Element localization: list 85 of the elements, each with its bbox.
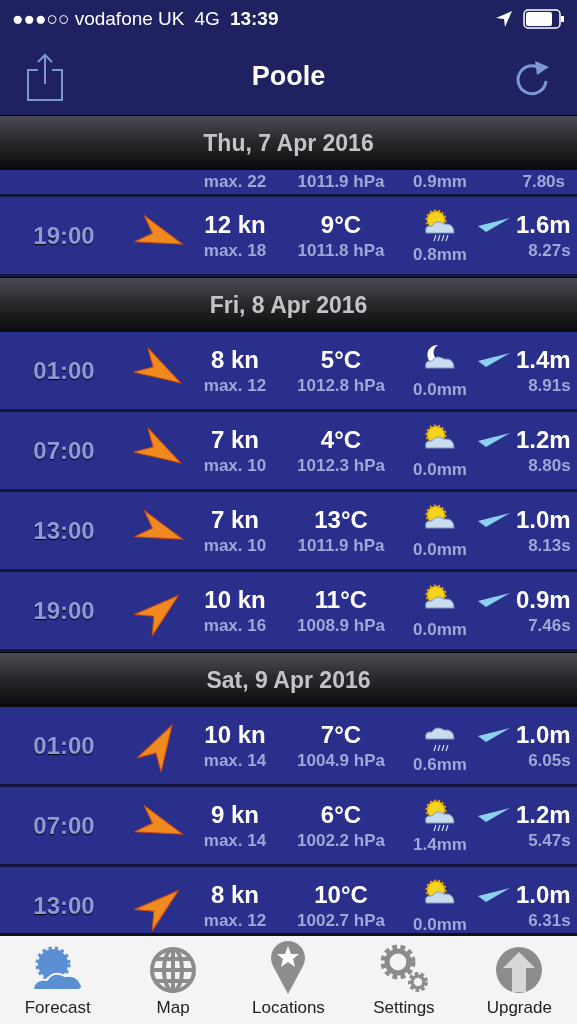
time-text: 07:00 (32, 436, 96, 465)
wave-height-text: 1.0m (516, 505, 571, 534)
globe-icon (149, 946, 198, 994)
tab-bar-item[interactable]: Map (115, 936, 231, 1024)
wind-max-text: max. 16 (203, 615, 267, 636)
time-text: 19:00 (32, 221, 96, 250)
wave-height-text: 1.2m (516, 800, 571, 829)
wind-speed-text: 10 kn (204, 720, 266, 749)
pressure-text: 1011.9 hPa (297, 172, 385, 192)
temperature-text: 7°C (320, 720, 362, 749)
pressure-text: 1012.8 hPa (297, 375, 385, 396)
wave-height-text: 1.2m (516, 425, 571, 454)
wave-period-text: 8.27s (528, 240, 571, 261)
wave-period-text: 8.80s (528, 455, 571, 476)
tab-bar-item[interactable]: Upgrade (461, 936, 577, 1024)
rain-text: 0.0mm (413, 619, 467, 640)
pressure-text: 1012.3 hPa (297, 455, 385, 476)
wave-height-text: 1.4m (516, 345, 571, 374)
wind-max-text: max. 12 (203, 910, 267, 931)
wind-speed-text: 7 kn (211, 505, 259, 534)
temperature-text: 10°C (314, 880, 368, 909)
wind-max-text: max. 18 (203, 240, 267, 261)
time-text: 13:00 (32, 516, 96, 545)
tab-bar-item[interactable]: Forecast (0, 936, 116, 1024)
map-pin-icon (270, 938, 307, 994)
temperature-text: 6°C (320, 800, 362, 829)
wave-height-text: 1.0m (516, 720, 571, 749)
wind-speed-text: 10 kn (204, 585, 266, 614)
network-text: 4G (194, 8, 220, 30)
wave-period-text: 8.91s (528, 375, 571, 396)
wave-period-text: 6.31s (528, 910, 571, 931)
clock-text: 13:39 (229, 8, 279, 30)
wind-max-text: max. 14 (203, 830, 267, 851)
day-date: Fri, 8 Apr 2016 (209, 291, 368, 319)
pressure-text: 1008.9 hPa (297, 615, 385, 636)
wind-speed-text: 9 kn (211, 800, 259, 829)
pressure-text: 1011.8 hPa (297, 240, 385, 261)
share-icon[interactable] (26, 51, 64, 102)
wind-max-text: max. 22 (203, 172, 267, 192)
wave-period-text: 5.47s (528, 830, 571, 851)
rain-text: 0.0mm (413, 379, 467, 400)
wind-max-text: max. 12 (203, 375, 267, 396)
time-text: 01:00 (32, 356, 96, 385)
pressure-text: 1004.9 hPa (297, 750, 385, 771)
time-text: 19:00 (32, 596, 96, 625)
wind-speed-text: 12 kn (204, 210, 266, 239)
pressure-text: 1011.9 hPa (297, 535, 385, 556)
battery-icon (523, 9, 565, 29)
time-text: 07:00 (32, 811, 96, 840)
rain-text: 0.9mm (413, 172, 467, 192)
wave-height-text: 0.9m (516, 585, 571, 614)
wind-max-text: max. 10 (203, 455, 267, 476)
pressure-text: 1002.7 hPa (297, 910, 385, 931)
tab-bar-item[interactable]: Locations (230, 936, 347, 1024)
temperature-text: 4°C (320, 425, 362, 454)
temperature-text: 11°C (314, 585, 368, 614)
rain-text: 0.8mm (413, 244, 467, 265)
wind-speed-text: 8 kn (211, 880, 259, 909)
rain-text: 0.0mm (413, 914, 467, 933)
wind-max-text: max. 10 (203, 535, 267, 556)
temperature-text: 9°C (320, 210, 362, 239)
rain-text: 0.0mm (413, 459, 467, 480)
location-title: Poole (251, 61, 326, 92)
day-date: Sat, 9 Apr 2016 (206, 666, 371, 694)
wave-period-text: 7.80s (522, 172, 565, 192)
pressure-text: 1002.2 hPa (297, 830, 385, 851)
time-text: 13:00 (32, 891, 96, 920)
location-arrow-icon (495, 10, 513, 28)
wave-period-text: 6.05s (528, 750, 571, 771)
time-text: 01:00 (32, 731, 96, 760)
wind-speed-text: 8 kn (211, 345, 259, 374)
rain-text: 1.4mm (413, 834, 467, 855)
tab-bar-item[interactable]: Settings (346, 936, 462, 1024)
wave-period-text: 8.13s (528, 535, 571, 556)
temperature-text: 5°C (320, 345, 362, 374)
rain-text: 0.6mm (413, 754, 467, 775)
wind-max-text: max. 14 (203, 750, 267, 771)
wave-period-text: 7.46s (528, 615, 571, 636)
wave-height-text: 1.6m (516, 210, 571, 239)
wind-speed-text: 7 kn (211, 425, 259, 454)
carrier-text: ●●●○○ vodafone UK (12, 8, 185, 30)
temperature-text: 13°C (314, 505, 368, 534)
wave-height-text: 1.0m (516, 880, 571, 909)
rain-text: 0.0mm (413, 539, 467, 560)
day-date: Thu, 7 Apr 2016 (203, 129, 374, 157)
